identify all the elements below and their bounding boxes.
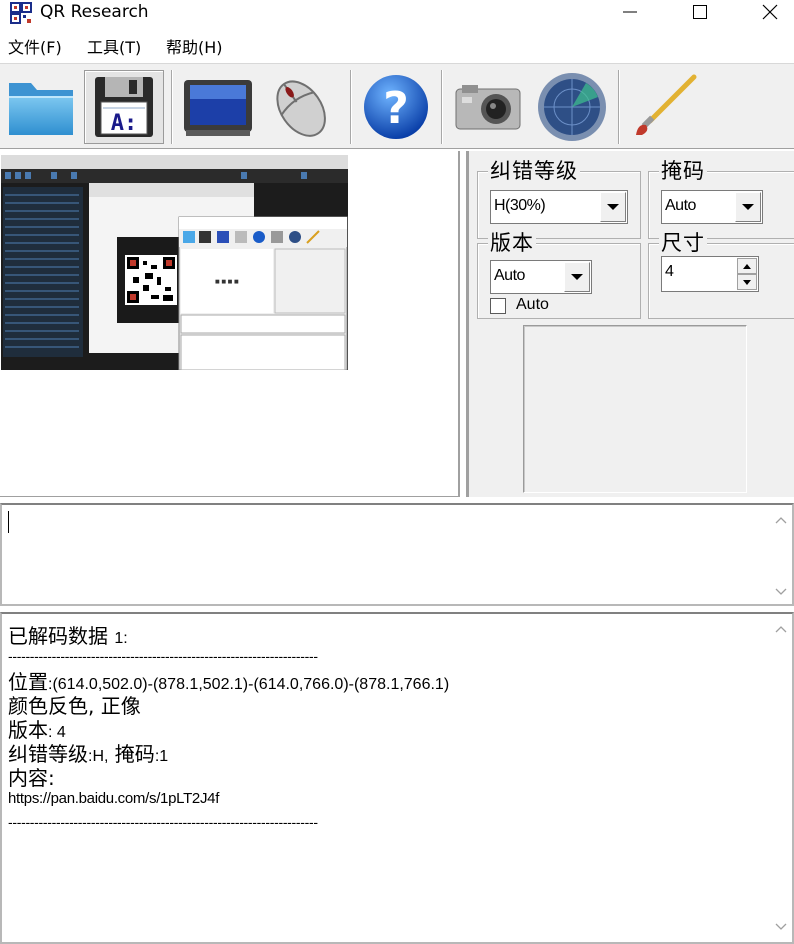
toolbar: A: ?: [0, 63, 794, 149]
chevron-down-icon: [743, 279, 751, 285]
scan-button[interactable]: [534, 70, 610, 144]
screenshot-thumbnail: ■ ■ ■ ■: [1, 155, 348, 370]
scroll-up-button[interactable]: [774, 622, 788, 636]
close-icon: [762, 4, 778, 20]
size-value: 4: [665, 263, 674, 280]
decode-output[interactable]: 已解码数据 1: -------------------------------…: [0, 612, 794, 944]
mask-group: 掩码 Auto: [648, 159, 794, 239]
version-select[interactable]: Auto: [490, 260, 592, 294]
ecc-line-value: :H,: [88, 748, 109, 765]
qr-preview-box: [523, 325, 747, 493]
menu-file[interactable]: 文件(F): [8, 37, 62, 59]
chevron-down-icon: [742, 204, 754, 210]
window-title: QR Research: [40, 2, 149, 22]
camera-icon: [455, 85, 521, 130]
ecc-value: H(30%): [494, 197, 546, 214]
scroll-down-button[interactable]: [774, 920, 788, 934]
mask-label: 掩码: [659, 159, 707, 183]
ecc-dropdown-button[interactable]: [600, 192, 626, 222]
paint-button[interactable]: [626, 70, 702, 144]
svg-text:■ ■ ■ ■: ■ ■ ■ ■: [215, 279, 239, 285]
svg-text:?: ?: [383, 83, 409, 134]
version-label: 版本: [488, 231, 536, 255]
mouse-select-button[interactable]: [262, 70, 338, 144]
brush-icon: [636, 74, 697, 135]
menu-bar: 文件(F) 工具(T) 帮助(H): [0, 32, 794, 62]
svg-text:A:: A:: [111, 111, 138, 136]
maximize-icon: [693, 5, 707, 19]
camera-button[interactable]: [450, 70, 526, 144]
maximize-button[interactable]: [670, 0, 730, 24]
decoded-header-index: 1:: [114, 630, 128, 647]
folder-open-icon: [9, 83, 73, 135]
preview-panel: ■ ■ ■ ■: [0, 151, 460, 497]
radar-icon: [538, 73, 606, 141]
help-icon: ?: [364, 75, 428, 139]
separator-line: ----------------------------------------…: [8, 648, 318, 664]
ecc-label: 纠错等级: [488, 159, 580, 183]
version-value: Auto: [494, 267, 525, 284]
version-auto-label: Auto: [516, 296, 549, 313]
content-url[interactable]: https://pan.baidu.com/s/1pLT2J4f: [8, 790, 219, 807]
menu-tools[interactable]: 工具(T): [87, 37, 141, 59]
chevron-up-icon: [743, 263, 751, 269]
size-increment-button[interactable]: [737, 258, 757, 274]
version-dropdown-button[interactable]: [564, 262, 590, 292]
minimize-icon: [623, 11, 637, 13]
content-label: 内容:: [8, 766, 55, 790]
save-disk-icon: A:: [95, 77, 153, 137]
decoded-header: 已解码数据 1:: [8, 620, 128, 649]
text-caret: [8, 511, 9, 533]
encode-input[interactable]: [0, 503, 794, 606]
ecc-group: 纠错等级 H(30%): [477, 159, 641, 239]
open-file-button[interactable]: [3, 70, 79, 144]
chevron-down-icon: [571, 274, 583, 280]
mask-dropdown-button[interactable]: [735, 192, 761, 222]
mask-line-label: 掩码: [108, 742, 155, 766]
ecc-select[interactable]: H(30%): [490, 190, 628, 224]
chevron-up-icon: [775, 626, 787, 633]
toolbar-separator: [350, 70, 352, 144]
close-button[interactable]: [740, 0, 794, 24]
screenshot-preview[interactable]: ■ ■ ■ ■: [1, 155, 348, 370]
title-bar: QR Research: [0, 0, 794, 30]
size-label: 尺寸: [659, 231, 707, 255]
minimize-button[interactable]: [600, 0, 660, 24]
chevron-up-icon: [775, 517, 787, 524]
mask-value: Auto: [665, 197, 696, 214]
screen-capture-button[interactable]: [180, 70, 256, 144]
size-spinbox[interactable]: 4: [661, 256, 759, 292]
chevron-down-icon: [775, 923, 787, 930]
settings-panel: 纠错等级 H(30%) 掩码 Auto 版本 Auto Auto 尺寸 4: [466, 151, 794, 497]
chevron-down-icon: [775, 588, 787, 595]
save-button[interactable]: A:: [84, 70, 164, 144]
version-auto-checkbox[interactable]: [490, 298, 506, 314]
help-button[interactable]: ?: [358, 70, 434, 144]
monitor-icon: [184, 80, 252, 136]
size-decrement-button[interactable]: [737, 274, 757, 290]
scroll-up-button[interactable]: [774, 513, 788, 527]
decoded-header-label: 已解码数据: [8, 624, 108, 648]
version-group: 版本 Auto Auto: [477, 231, 641, 319]
mouse-icon: [276, 80, 326, 137]
menu-help[interactable]: 帮助(H): [166, 37, 223, 59]
toolbar-separator: [618, 70, 620, 144]
mask-line-value: :1: [154, 748, 169, 765]
scroll-down-button[interactable]: [774, 585, 788, 599]
separator-line-bottom: ----------------------------------------…: [8, 814, 318, 830]
toolbar-separator: [171, 70, 173, 144]
toolbar-separator: [441, 70, 443, 144]
qr-app-icon: [10, 2, 32, 24]
chevron-down-icon: [607, 204, 619, 210]
size-group: 尺寸 4: [648, 231, 794, 319]
mask-select[interactable]: Auto: [661, 190, 763, 224]
